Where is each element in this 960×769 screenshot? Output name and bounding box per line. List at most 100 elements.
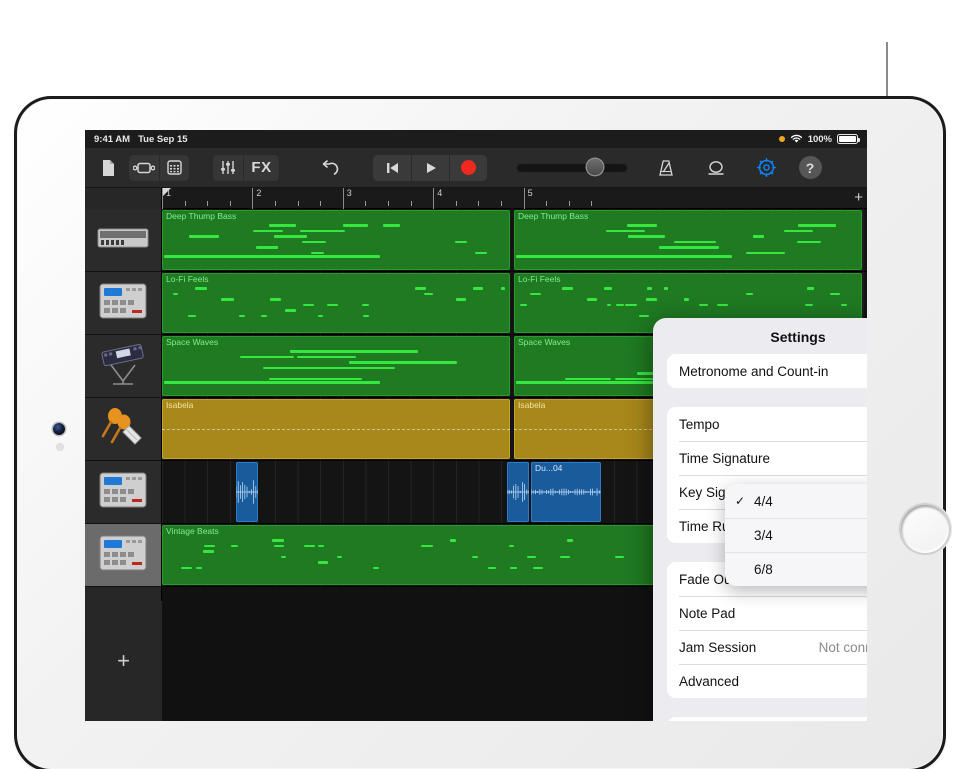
midi-note: [164, 381, 380, 384]
region-name: Du...04: [535, 463, 563, 473]
region[interactable]: [236, 462, 258, 522]
fx-button[interactable]: FX: [243, 154, 279, 181]
midi-note: [262, 366, 396, 370]
row-note-pad[interactable]: Note Pad ›: [667, 596, 867, 630]
add-track-plus-top[interactable]: +: [854, 190, 863, 205]
midi-note: [639, 314, 649, 318]
region-name: Lo-Fi Feels: [518, 274, 561, 284]
midi-note: [529, 292, 542, 296]
ruler-tick: [297, 201, 299, 206]
track-headers-column: +: [85, 188, 162, 721]
midi-note: [509, 544, 514, 548]
midi-note: [271, 298, 279, 301]
midi-note: [684, 298, 689, 301]
gear-icon[interactable]: [751, 154, 781, 182]
rewind-icon[interactable]: [373, 155, 411, 181]
restore-purchase-group: Restore Purchase: [667, 717, 867, 721]
track-header[interactable]: [85, 272, 161, 335]
midi-note: [188, 235, 219, 238]
settings-title: Settings: [770, 329, 826, 345]
midi-note: [797, 224, 836, 227]
cycle-loop-icon[interactable]: [701, 154, 731, 182]
audio-waveform: [531, 488, 601, 496]
dropdown-option-label: 3/4: [754, 527, 773, 543]
midi-note: [586, 298, 597, 301]
region[interactable]: [507, 462, 529, 522]
dropdown-option-label: 6/8: [754, 561, 773, 577]
record-icon[interactable]: [449, 154, 487, 181]
midi-note: [627, 235, 665, 238]
help-question-icon[interactable]: ?: [795, 154, 825, 182]
midi-note: [361, 303, 370, 307]
home-button[interactable]: [899, 503, 951, 555]
track-header[interactable]: [85, 524, 161, 587]
row-jam-session[interactable]: Jam Session Not connected ›: [667, 630, 867, 664]
track-header[interactable]: [85, 335, 161, 398]
track-header[interactable]: [85, 461, 161, 524]
timeline-ruler[interactable]: 1 2 3 4 5 +: [162, 188, 867, 209]
midi-note: [567, 539, 573, 542]
undo-arrow-icon[interactable]: [315, 154, 345, 182]
midi-note: [627, 224, 657, 227]
wifi-icon: [790, 134, 802, 143]
tempo-label: Tempo: [679, 416, 720, 432]
region-name: Isabela: [518, 400, 546, 410]
region[interactable]: Du...04: [531, 462, 601, 522]
midi-note: [415, 287, 426, 290]
loop-grid-icon[interactable]: [159, 154, 189, 181]
region[interactable]: Lo-Fi Feels: [162, 273, 510, 333]
region[interactable]: Deep Thump Bass: [162, 210, 510, 270]
midi-note: [449, 539, 457, 542]
midi-note: [565, 555, 571, 559]
region-name: Deep Thump Bass: [166, 211, 237, 221]
midi-note: [230, 544, 238, 548]
track-header[interactable]: [85, 398, 161, 461]
row-advanced[interactable]: Advanced ›: [667, 664, 867, 698]
midi-note: [511, 566, 517, 570]
midi-note: [273, 544, 284, 548]
tracks-view-icon[interactable]: [129, 155, 159, 181]
dropdown-option-6-8[interactable]: 6/8: [725, 552, 867, 586]
midi-note: [188, 314, 197, 318]
midi-note: [645, 298, 657, 301]
row-tempo[interactable]: Tempo 110 ›: [667, 407, 867, 441]
restore-purchase-button[interactable]: Restore Purchase: [667, 717, 867, 721]
midi-note: [616, 303, 625, 307]
track-header[interactable]: [85, 209, 161, 272]
midi-note: [195, 566, 202, 570]
advanced-label: Advanced: [679, 673, 740, 689]
dropdown-option-label: 4/4: [754, 493, 773, 509]
dropdown-option-4-4[interactable]: ✓ 4/4: [725, 484, 867, 518]
midi-note: [423, 292, 434, 296]
time-signature-label: Time Signature: [679, 450, 771, 466]
my-songs-document-icon[interactable]: [93, 154, 123, 182]
volume-knob[interactable]: [587, 159, 603, 175]
add-track-button[interactable]: +: [85, 601, 162, 721]
midi-note: [260, 314, 267, 318]
midi-note: [797, 240, 822, 244]
midi-note: [181, 566, 192, 570]
midi-note: [349, 361, 457, 364]
track-lane[interactable]: Deep Thump Bass Deep Thump Bass: [162, 209, 867, 272]
midi-note: [195, 287, 207, 290]
mixer-sliders-icon[interactable]: [213, 155, 243, 181]
row-time-signature[interactable]: Time Signature 4/4 ▾: [667, 441, 867, 475]
midi-note: [605, 229, 645, 233]
master-volume-slider[interactable]: [517, 159, 627, 175]
battery-percent: 100%: [807, 133, 832, 145]
midi-note: [562, 287, 573, 290]
midi-note: [310, 251, 325, 255]
midi-note: [273, 235, 307, 238]
play-icon[interactable]: [411, 154, 449, 181]
midi-note: [272, 539, 285, 542]
midi-note: [204, 544, 216, 548]
region[interactable]: Isabela: [162, 399, 510, 459]
metronome-icon[interactable]: [651, 154, 681, 182]
region[interactable]: Deep Thump Bass: [514, 210, 862, 270]
region-name: Vintage Beats: [166, 526, 219, 536]
dropdown-option-3-4[interactable]: 3/4: [725, 518, 867, 552]
ruler-bar-number: 4: [433, 188, 442, 209]
region[interactable]: Space Waves: [162, 336, 510, 396]
midi-note: [674, 240, 697, 244]
row-metronome-count-in[interactable]: Metronome and Count-in ›: [667, 354, 867, 388]
